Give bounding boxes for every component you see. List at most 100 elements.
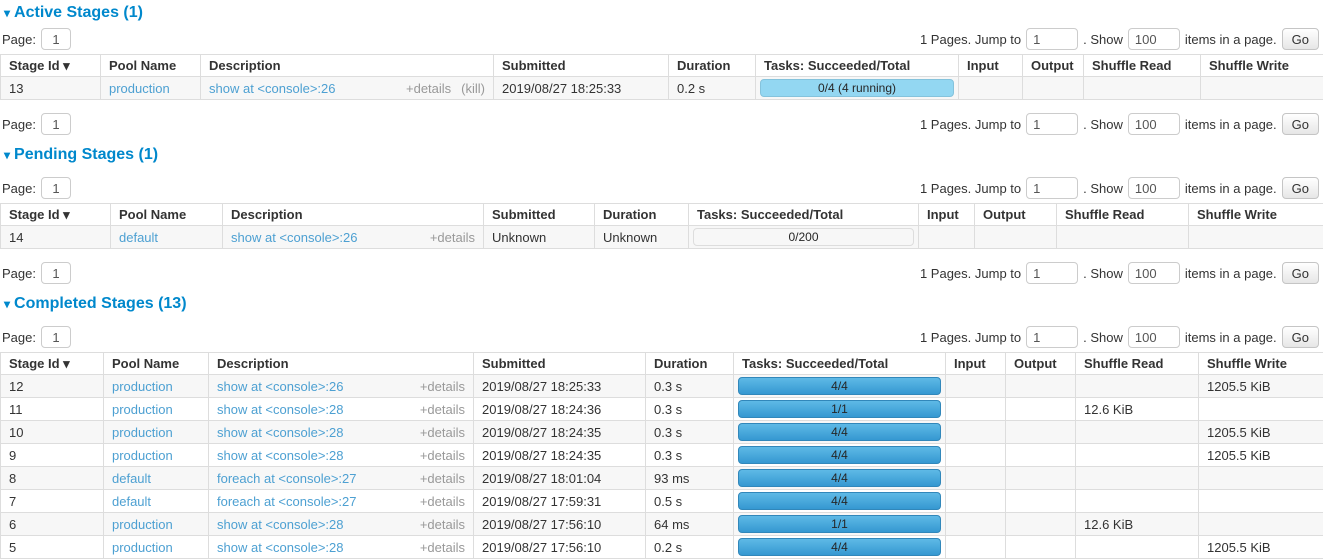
stage-description-link[interactable]: show at <console>:28 <box>217 539 343 556</box>
column-header[interactable]: Tasks: Succeeded/Total <box>689 204 919 226</box>
go-button[interactable]: Go <box>1282 28 1319 50</box>
description-cell: foreach at <console>:27 +details <box>209 490 474 513</box>
output-cell <box>1006 398 1076 421</box>
jump-to-page-input[interactable] <box>1026 262 1078 284</box>
column-header[interactable]: Submitted <box>484 204 595 226</box>
column-header[interactable]: Tasks: Succeeded/Total <box>756 55 959 77</box>
pool-name-link[interactable]: production <box>109 81 170 96</box>
details-toggle[interactable]: +details <box>420 402 465 417</box>
stage-description-link[interactable]: foreach at <console>:27 <box>217 470 357 487</box>
column-header[interactable]: Stage Id ▾ <box>1 204 111 226</box>
column-header[interactable]: Duration <box>669 55 756 77</box>
go-button[interactable]: Go <box>1282 177 1319 199</box>
column-header[interactable]: Output <box>1006 353 1076 375</box>
column-header[interactable]: Shuffle Write <box>1199 353 1323 375</box>
pool-name-link[interactable]: production <box>112 448 173 463</box>
items-per-page-input[interactable] <box>1128 177 1180 199</box>
active-stages-header[interactable]: ▾Active Stages (1) <box>4 4 1323 22</box>
kill-link[interactable]: (kill) <box>461 81 485 96</box>
jump-to-page-input[interactable] <box>1026 326 1078 348</box>
task-progress-label: 4/4 <box>831 448 848 462</box>
stage-id-cell: 12 <box>1 375 104 398</box>
details-toggle[interactable]: +details <box>420 540 465 555</box>
column-header[interactable]: Duration <box>595 204 689 226</box>
details-toggle[interactable]: +details <box>406 81 451 96</box>
jump-to-page-input[interactable] <box>1026 28 1078 50</box>
pool-name-link[interactable]: production <box>112 425 173 440</box>
column-header[interactable]: Output <box>975 204 1057 226</box>
column-header[interactable]: Input <box>919 204 975 226</box>
details-toggle[interactable]: +details <box>420 471 465 486</box>
stage-description-link[interactable]: show at <console>:26 <box>209 80 335 97</box>
column-header[interactable]: Submitted <box>474 353 646 375</box>
stage-id-cell: 13 <box>1 77 101 100</box>
stage-description-link[interactable]: show at <console>:26 <box>217 378 343 395</box>
stage-description-link[interactable]: show at <console>:26 <box>231 229 357 246</box>
pool-name-link[interactable]: production <box>112 379 173 394</box>
input-cell <box>946 444 1006 467</box>
column-header[interactable]: Submitted <box>494 55 669 77</box>
details-toggle[interactable]: +details <box>430 230 475 245</box>
column-header[interactable]: Description <box>209 353 474 375</box>
pool-name-link[interactable]: production <box>112 402 173 417</box>
pool-name-link[interactable]: production <box>112 517 173 532</box>
column-header[interactable]: Shuffle Write <box>1201 55 1323 77</box>
column-header[interactable]: Output <box>1023 55 1084 77</box>
column-header[interactable]: Description <box>223 204 484 226</box>
stage-description-link[interactable]: show at <console>:28 <box>217 401 343 418</box>
column-header[interactable]: Shuffle Read <box>1076 353 1199 375</box>
column-header[interactable]: Pool Name <box>104 353 209 375</box>
page-label: Page: <box>2 117 36 132</box>
column-header[interactable]: Description <box>201 55 494 77</box>
details-toggle[interactable]: +details <box>420 425 465 440</box>
column-header[interactable]: Shuffle Read <box>1084 55 1201 77</box>
collapse-arrow-icon: ▾ <box>4 148 10 162</box>
column-header[interactable]: Input <box>946 353 1006 375</box>
items-per-page-input[interactable] <box>1128 326 1180 348</box>
pool-name-link[interactable]: default <box>119 230 158 245</box>
column-header[interactable]: Pool Name <box>111 204 223 226</box>
items-per-page-input[interactable] <box>1128 262 1180 284</box>
column-header[interactable]: Pool Name <box>101 55 201 77</box>
details-toggle[interactable]: +details <box>420 379 465 394</box>
pool-name-link[interactable]: default <box>112 471 151 486</box>
description-wrap: foreach at <console>:27 +details <box>217 493 465 510</box>
items-per-page-input[interactable] <box>1128 28 1180 50</box>
page-number-input[interactable] <box>41 28 71 50</box>
pool-name-link[interactable]: default <box>112 494 151 509</box>
go-button[interactable]: Go <box>1282 326 1319 348</box>
stage-description-link[interactable]: show at <console>:28 <box>217 516 343 533</box>
jump-to-page-input[interactable] <box>1026 113 1078 135</box>
column-header[interactable]: Shuffle Write <box>1189 204 1323 226</box>
completed-stages-header[interactable]: ▾Completed Stages (13) <box>4 295 1323 313</box>
column-header[interactable]: Stage Id ▾ <box>1 353 104 375</box>
page-number-input[interactable] <box>41 113 71 135</box>
items-per-page-input[interactable] <box>1128 113 1180 135</box>
submitted-cell: 2019/08/27 18:24:36 <box>474 398 646 421</box>
page-number-input[interactable] <box>41 262 71 284</box>
pages-count-text: 1 Pages. Jump to <box>920 266 1021 281</box>
jump-to-page-input[interactable] <box>1026 177 1078 199</box>
duration-cell: 0.3 s <box>646 421 734 444</box>
column-header[interactable]: Tasks: Succeeded/Total <box>734 353 946 375</box>
column-header[interactable]: Shuffle Read <box>1057 204 1189 226</box>
duration-cell: Unknown <box>595 226 689 249</box>
pending-stages-header[interactable]: ▾Pending Stages (1) <box>4 146 1323 164</box>
pages-count-text: 1 Pages. Jump to <box>920 117 1021 132</box>
column-header[interactable]: Duration <box>646 353 734 375</box>
go-button[interactable]: Go <box>1282 113 1319 135</box>
column-header[interactable]: Input <box>959 55 1023 77</box>
page-number-input[interactable] <box>41 326 71 348</box>
stage-description-link[interactable]: show at <console>:28 <box>217 424 343 441</box>
show-label: . Show <box>1083 32 1123 47</box>
page-number-input[interactable] <box>41 177 71 199</box>
column-header[interactable]: Stage Id ▾ <box>1 55 101 77</box>
pool-name-link[interactable]: production <box>112 540 173 555</box>
go-button[interactable]: Go <box>1282 262 1319 284</box>
details-toggle[interactable]: +details <box>420 494 465 509</box>
stage-description-link[interactable]: foreach at <console>:27 <box>217 493 357 510</box>
stage-description-link[interactable]: show at <console>:28 <box>217 447 343 464</box>
details-toggle[interactable]: +details <box>420 517 465 532</box>
task-progress-bar: 4/4 <box>738 469 941 487</box>
details-toggle[interactable]: +details <box>420 448 465 463</box>
